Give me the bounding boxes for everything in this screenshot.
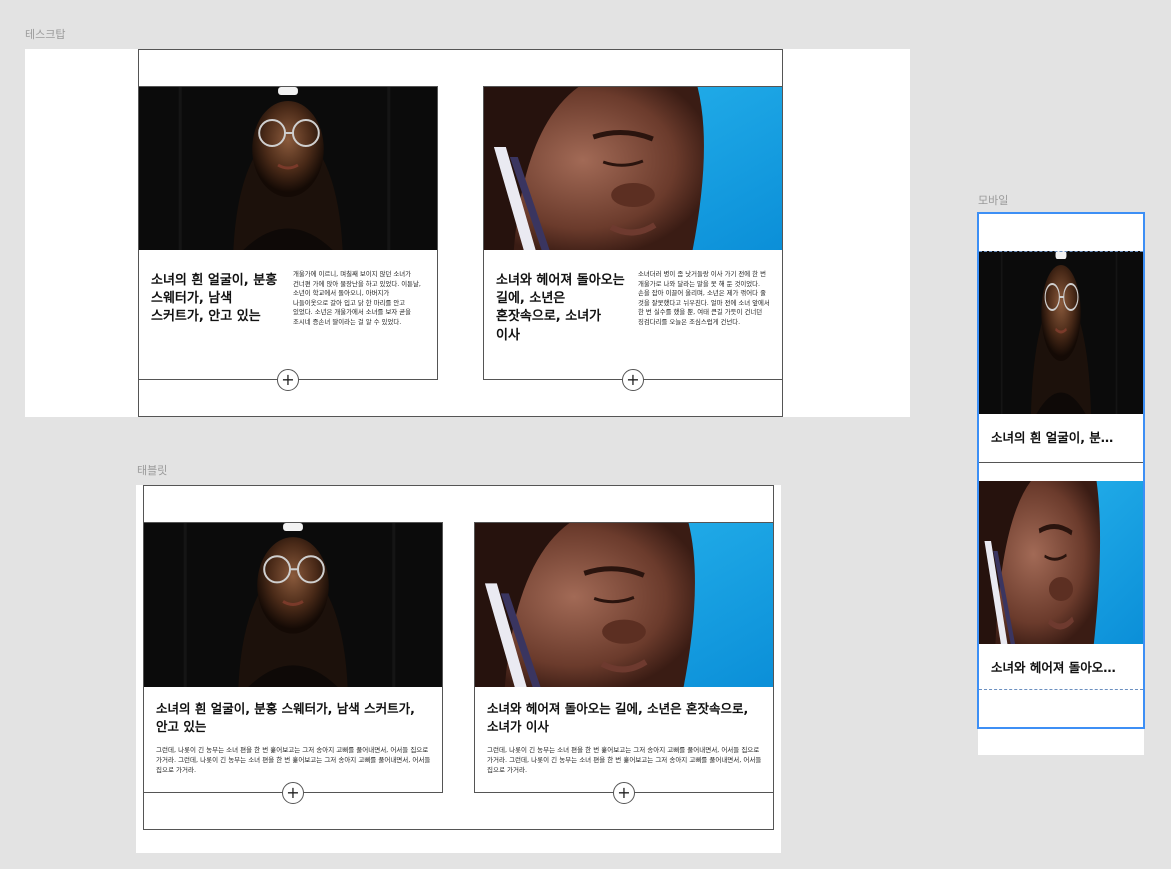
card-photo: [484, 87, 782, 250]
add-button[interactable]: +: [613, 782, 635, 804]
plus-icon: +: [617, 783, 631, 802]
desktop-card-2[interactable]: 소녀와 헤어져 돌아오는 길에, 소년은 혼잣속으로, 소녀가 이사 소녀더러 …: [483, 86, 783, 391]
add-button[interactable]: +: [277, 369, 299, 391]
add-button[interactable]: +: [622, 369, 644, 391]
card-body: 그런데, 나롯이 긴 농부는 소녀 편을 한 번 훑어보고는 그저 송아지 고삐…: [487, 746, 762, 774]
mobile-selection-frame[interactable]: [977, 212, 1145, 729]
portrait-blue-background-image: [475, 523, 773, 687]
portrait-glasses-dark-image: [144, 523, 442, 687]
portrait-glasses-dark-image: [139, 87, 437, 250]
frame-label-tablet: 태블릿: [137, 464, 168, 477]
portrait-blue-background-image: [484, 87, 782, 250]
plus-icon: +: [286, 783, 300, 802]
card-title: 소녀의 흰 얼굴이, 분홍 스웨터가, 남색 스커트가, 안고 있는: [151, 273, 278, 325]
plus-icon: +: [281, 370, 295, 389]
card-body: 개울가에 이르니, 며칠째 보이지 않던 소녀가 건너편 가에 앉아 물장난을 …: [293, 270, 421, 327]
card-title: 소녀의 흰 얼굴이, 분홍 스웨터가, 남색 스커트가, 안고 있는: [156, 701, 415, 734]
frame-label-desktop: 테스크탑: [25, 28, 66, 41]
add-button[interactable]: +: [282, 782, 304, 804]
card-body: 그런데, 나롯이 긴 농부는 소녀 편을 한 번 훑어보고는 그저 송아지 고삐…: [156, 746, 431, 774]
card-photo: [475, 523, 773, 687]
card-photo: [144, 523, 442, 687]
card-title: 소녀와 헤어져 돌아오는 길에, 소년은 혼잣속으로, 소녀가 이사: [496, 273, 625, 343]
plus-icon: +: [626, 370, 640, 389]
tablet-card-1[interactable]: 소녀의 흰 얼굴이, 분홍 스웨터가, 남색 스커트가, 안고 있는 그런데, …: [143, 522, 443, 804]
card-photo: [139, 87, 437, 250]
tablet-card-2[interactable]: 소녀와 헤어져 돌아오는 길에, 소년은 혼잣속으로, 소녀가 이사 그런데, …: [474, 522, 774, 804]
card-body: 소녀더러 병이 좀 낫거들랑 이사 가기 전에 한 번 개울가로 나와 달라는 …: [638, 270, 770, 327]
frame-label-mobile: 모바일: [978, 194, 1009, 207]
desktop-card-1[interactable]: 소녀의 흰 얼굴이, 분홍 스웨터가, 남색 스커트가, 안고 있는 개울가에 …: [138, 86, 438, 391]
card-title: 소녀와 헤어져 돌아오는 길에, 소년은 혼잣속으로, 소녀가 이사: [487, 701, 749, 734]
